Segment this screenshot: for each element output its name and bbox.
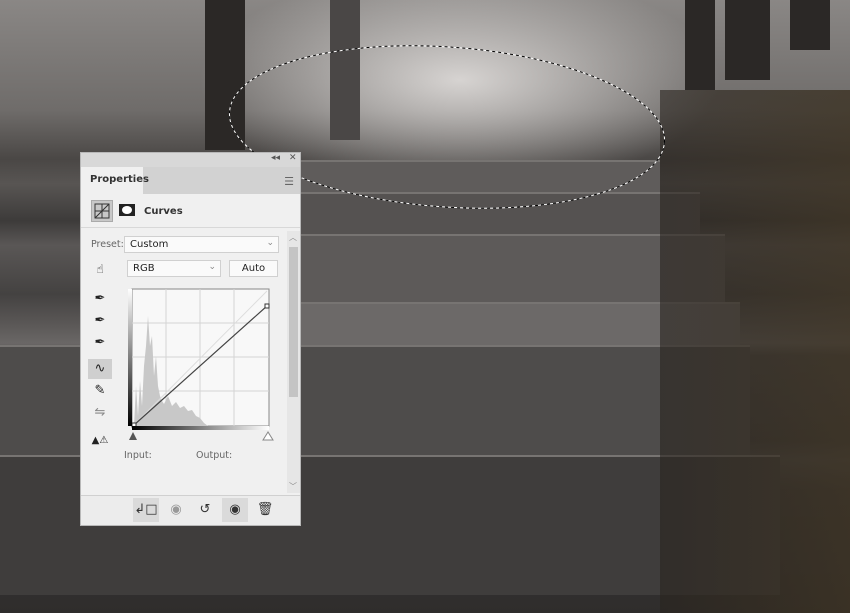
preset-dropdown[interactable]: Custom ⌄	[124, 236, 279, 253]
panel-footer: ↲□ ◉ ↺ ◉ 🗑	[81, 495, 300, 525]
curve-point[interactable]	[264, 303, 270, 309]
gray-point-eyedropper-icon[interactable]: ✒	[88, 311, 112, 331]
scrollbar-thumb[interactable]	[289, 247, 298, 397]
curve-points-icon[interactable]: ∿	[88, 359, 112, 379]
black-point-eyedropper-icon[interactable]: ✒	[88, 289, 112, 309]
auto-button[interactable]: Auto	[229, 260, 278, 277]
pencil-icon[interactable]: ✎	[88, 381, 112, 401]
channel-dropdown[interactable]: RGB ⌄	[127, 260, 221, 277]
layer-mask-icon[interactable]	[117, 200, 139, 222]
scroll-down-icon[interactable]: ﹀	[289, 481, 297, 492]
adjustment-header: Curves	[81, 194, 300, 228]
on-image-adjust-icon[interactable]: ☝	[88, 259, 112, 279]
reset-icon[interactable]: ↺	[192, 498, 218, 522]
clip-to-layer-icon[interactable]: ↲□	[133, 498, 159, 522]
white-point-eyedropper-icon[interactable]: ✒	[88, 333, 112, 353]
trash-icon[interactable]: 🗑	[252, 498, 278, 522]
preset-value: Custom	[130, 239, 169, 250]
hamburger-menu-icon[interactable]: ☰	[284, 175, 294, 188]
visibility-eye-icon[interactable]: ◉	[222, 498, 248, 522]
clipping-warning-icon[interactable]: ▲⚠	[88, 431, 112, 451]
double-chevron-left-icon[interactable]: ◂◂	[271, 153, 280, 163]
preset-label: Preset:	[91, 239, 124, 250]
white-point-slider[interactable]	[262, 431, 274, 441]
input-label: Input:	[124, 450, 152, 461]
chevron-down-icon: ⌄	[266, 238, 274, 248]
chevron-down-icon: ⌄	[208, 262, 216, 272]
scroll-up-icon[interactable]: ︿	[289, 232, 297, 243]
smooth-icon[interactable]: ⇋	[88, 403, 112, 423]
output-label: Output:	[196, 450, 233, 461]
panel-title-bar: ◂◂ ✕	[81, 153, 300, 167]
tab-properties[interactable]: Properties	[81, 167, 149, 194]
view-previous-state-icon[interactable]: ◉	[163, 498, 189, 522]
properties-panel: ◂◂ ✕ Properties ☰ Curves Preset: Custom ⌄…	[80, 152, 301, 526]
adjustment-name: Curves	[144, 206, 183, 217]
channel-value: RGB	[133, 263, 155, 274]
panel-scrollbar[interactable]: ︿ ﹀	[287, 231, 300, 493]
black-point-slider[interactable]	[129, 432, 137, 440]
curves-graph[interactable]	[126, 286, 276, 446]
close-icon[interactable]: ✕	[289, 153, 297, 163]
curves-adjustment-icon[interactable]	[91, 200, 113, 222]
